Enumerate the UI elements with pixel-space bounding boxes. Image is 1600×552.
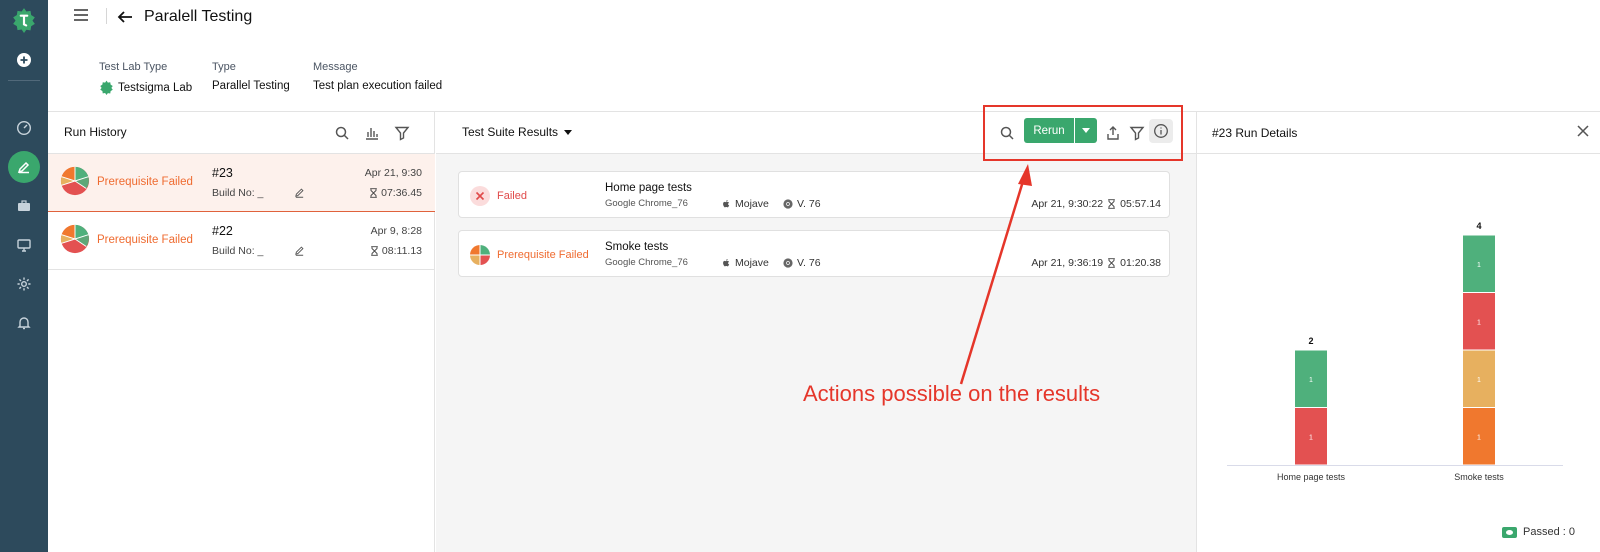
chrome-icon	[783, 199, 793, 209]
monitor-icon[interactable]	[8, 229, 40, 261]
apple-icon	[723, 259, 730, 267]
suite-result-card[interactable]: Prerequisite Failed Smoke tests Google C…	[458, 230, 1170, 277]
hourglass-icon	[371, 246, 378, 256]
chart-total-label: 4	[1476, 221, 1481, 231]
run-number: #22	[212, 224, 233, 238]
run-date: Apr 21, 9:30	[364, 167, 422, 179]
hourglass-icon	[1108, 258, 1115, 268]
suite-result-card[interactable]: Failed Home page tests Google Chrome_76 …	[458, 171, 1170, 218]
dashboard-icon[interactable]	[8, 112, 40, 144]
meta-value: Parallel Testing	[212, 80, 290, 92]
back-arrow-icon[interactable]	[116, 8, 134, 26]
chart-legend[interactable]: Passed : 0	[1502, 526, 1575, 538]
run-number: #23	[212, 166, 233, 180]
suite-name: Smoke tests	[605, 241, 669, 253]
run-duration: 08:11.13	[381, 245, 422, 257]
edit-pencil-icon[interactable]	[294, 187, 305, 198]
search-icon[interactable]	[334, 125, 350, 141]
suite-status: Prerequisite Failed	[497, 249, 589, 261]
settings-icon[interactable]	[8, 268, 40, 300]
edit-pencil-icon[interactable]	[294, 245, 305, 256]
add-icon[interactable]	[8, 44, 40, 76]
chrome-icon	[783, 258, 793, 268]
run-status: Prerequisite Failed	[97, 234, 193, 246]
run-details-chart: 1 1 2 Home page tests 1 1 1 1 4 Smoke tests	[1227, 221, 1563, 482]
run-status-pie-icon	[60, 224, 90, 254]
notification-bell-icon[interactable]	[8, 307, 40, 339]
hourglass-icon	[370, 188, 377, 198]
run-date: Apr 9, 8:28	[370, 225, 422, 237]
chart-category-label: Home page tests	[1277, 472, 1346, 482]
chart-segment-label: 1	[1477, 434, 1481, 441]
chart-segment-label: 1	[1477, 319, 1481, 326]
prerequisite-status-pie-icon	[470, 245, 490, 265]
menu-icon[interactable]	[72, 6, 90, 24]
chart-segment-label: 1	[1477, 377, 1481, 384]
hourglass-icon	[1108, 199, 1115, 209]
meta-label: Message	[313, 61, 358, 73]
suite-os: Mojave	[735, 198, 769, 210]
build-number: Build No: _	[212, 187, 264, 199]
testsigma-logo-icon[interactable]	[8, 4, 40, 36]
left-sidebar	[0, 0, 48, 552]
run-status: Prerequisite Failed	[97, 176, 193, 188]
suite-results-dropdown[interactable]: Test Suite Results	[462, 125, 573, 139]
meta-message: Message Test plan execution failed	[313, 61, 442, 92]
header-divider	[106, 8, 107, 24]
meta-value: Test plan execution failed	[313, 80, 443, 92]
suite-results-title: Test Suite Results	[462, 125, 559, 139]
chart-segment-label: 1	[1309, 434, 1313, 441]
caret-down-icon	[564, 129, 573, 135]
sidebar-divider	[8, 80, 40, 81]
suite-browser: Google Chrome_76	[605, 198, 688, 209]
chart-total-label: 2	[1308, 336, 1313, 346]
run-details-title: #23 Run Details	[1212, 126, 1298, 140]
suite-version: V. 76	[797, 257, 821, 269]
chart-category-label: Smoke tests	[1454, 472, 1504, 482]
suite-results-panel: Test Suite Results Rerun Failed Home pag…	[436, 112, 1196, 552]
suite-version: V. 76	[797, 198, 821, 210]
meta-label: Type	[212, 61, 236, 73]
filter-icon[interactable]	[394, 125, 410, 141]
suite-date: Apr 21, 9:30:22	[1031, 198, 1104, 210]
chart-segment-label: 1	[1309, 377, 1313, 384]
build-number: Build No: _	[212, 245, 264, 257]
chart-segment-label: 1	[1477, 262, 1481, 269]
test-development-icon[interactable]	[8, 151, 40, 183]
failed-x-icon	[470, 186, 490, 206]
meta-value: Testsigma Lab	[118, 81, 193, 94]
legend-label: Passed : 0	[1523, 526, 1575, 538]
run-status-pie-icon	[60, 166, 90, 196]
actions-highlight-box	[983, 105, 1183, 161]
run-history-panel: Run History Prerequisite Failed #23 Buil…	[48, 112, 435, 552]
run-row[interactable]: Prerequisite Failed #23 Build No: _ Apr …	[48, 154, 435, 212]
bar-chart-icon[interactable]	[364, 125, 380, 141]
suite-browser: Google Chrome_76	[605, 257, 688, 268]
close-icon[interactable]	[1576, 124, 1590, 138]
run-details-panel: #23 Run Details 1 1 2 Home page tests 1 1 1 1 4 S…	[1196, 112, 1600, 552]
apple-icon	[723, 200, 730, 208]
run-duration: 07:36.45	[381, 187, 422, 199]
briefcase-icon[interactable]	[8, 190, 40, 222]
eye-legend-icon	[1502, 526, 1517, 538]
page-title: Paralell Testing	[144, 8, 253, 25]
suite-duration: 05:57.14	[1120, 198, 1161, 210]
meta-label: Test Lab Type	[99, 61, 168, 73]
meta-test-lab-type: Test Lab Type Testsigma Lab	[99, 61, 192, 95]
meta-type: Type Parallel Testing	[212, 61, 290, 92]
suite-name: Home page tests	[605, 182, 692, 194]
suite-status: Failed	[497, 190, 527, 202]
testsigma-lab-icon	[100, 80, 113, 95]
run-history-title: Run History	[64, 125, 127, 139]
annotation-text: Actions possible on the results	[803, 381, 1101, 406]
suite-os: Mojave	[735, 257, 769, 269]
suite-duration: 01:20.38	[1120, 257, 1161, 269]
suite-date: Apr 21, 9:36:19	[1031, 257, 1104, 269]
run-row[interactable]: Prerequisite Failed #22 Build No: _ Apr …	[48, 212, 435, 270]
